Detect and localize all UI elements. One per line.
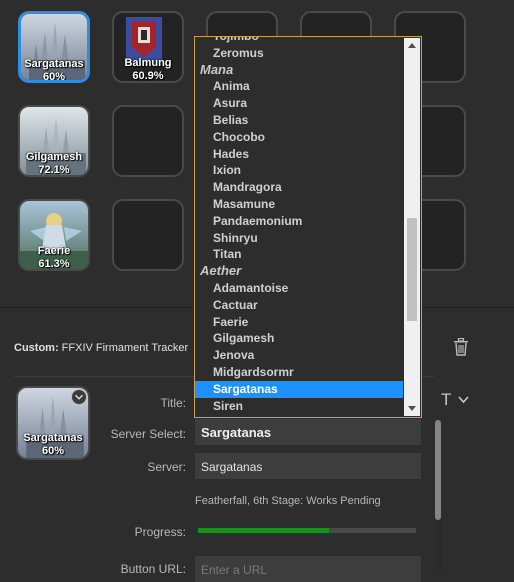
progress-fill [198,528,329,533]
chevron-down-icon[interactable] [71,389,87,405]
dropdown-option[interactable]: Mandragora [195,179,403,196]
dropdown-option[interactable]: Anima [195,78,403,95]
progress-bar [198,528,416,533]
dropdown-option[interactable]: Titan [195,246,403,263]
dropdown-option[interactable]: Jenova [195,347,403,364]
key-gilgamesh[interactable]: Gilgamesh 72.1% [18,105,90,177]
dropdown-option[interactable]: Asura [195,95,403,112]
dropdown-option[interactable]: Belias [195,112,403,129]
key-empty[interactable] [112,199,184,271]
dropdown-group-label: Mana [200,61,234,77]
action-title: Custom: FFXIV Firmament Tracker [14,342,188,354]
button-url-input[interactable]: Enter a URL [195,556,421,582]
progress-label: Progress: [134,525,186,539]
inspector-scrollbar[interactable] [434,420,442,575]
server-dropdown-list[interactable]: Tojimbo Zeromus Mana Anima Asura Belias Chocob… [194,36,422,418]
dropdown-option[interactable]: Hades [195,146,403,163]
dropdown-option[interactable]: Siren [195,398,403,415]
dropdown-group-label: Aether [200,263,242,279]
dropdown-option[interactable]: Pandaemonium [195,213,403,230]
scrollbar-thumb[interactable] [435,420,441,520]
preview-label-name: Sargatanas [23,432,83,444]
trash-icon[interactable] [453,338,469,356]
dropdown-option[interactable]: Adamantoise [195,280,403,297]
server-select[interactable]: Sargatanas [195,419,421,445]
dropdown-option[interactable]: Cactuar [195,297,403,314]
dropdown-options: Tojimbo Zeromus Mana Anima Asura Belias Chocob… [195,37,403,415]
dropdown-option[interactable]: Masamune [195,196,403,213]
key-label-name: Balmung [124,57,172,69]
title-label: Title: [160,396,186,410]
dropdown-scrollbar[interactable] [404,38,420,416]
server-label: Server: [147,460,186,474]
dropdown-option[interactable]: Tojimbo [195,37,403,45]
key-label-name: Sargatanas [24,58,84,70]
key-label-percent: 72.1% [38,164,70,176]
dropdown-option[interactable]: Chocobo [195,129,403,146]
key-empty[interactable] [112,105,184,177]
dropdown-option[interactable]: Gilgamesh [195,330,403,347]
dropdown-option[interactable]: Ixion [195,162,403,179]
custom-prefix: Custom: [14,342,59,354]
key-label-percent: 61.3% [38,258,70,270]
scrollbar-thumb[interactable] [407,218,417,321]
key-label-percent: 60.9% [132,70,164,82]
key-balmung[interactable]: Balmung 60.9% [112,11,184,83]
dropdown-option[interactable]: Sargatanas [195,380,403,398]
chevron-down-icon[interactable] [458,396,469,404]
key-faerie[interactable]: Faerie 61.3% [18,199,90,271]
dropdown-option[interactable]: Faerie [195,314,403,331]
status-text: Featherfall, 6th Stage: Works Pending [195,495,381,507]
key-label-percent: 60% [42,71,66,83]
key-sargatanas[interactable]: Sargatanas 60% [18,11,90,83]
button-url-label: Button URL: [120,562,186,576]
server-select-label: Server Select: [110,427,186,441]
server-field[interactable]: Sargatanas [195,453,421,479]
preview-label-percent: 60% [41,445,65,457]
key-preview[interactable]: Sargatanas 60% [16,386,90,460]
dropdown-option[interactable]: Shinryu [195,230,403,247]
scroll-up-icon[interactable] [408,43,416,48]
key-label-name: Gilgamesh [25,151,83,163]
dropdown-option[interactable]: Zeromus [195,45,403,62]
dropdown-option[interactable]: Midgardsormr [195,364,403,381]
plugin-name: FFXIV Firmament Tracker [61,342,189,354]
key-label-name: Faerie [37,245,71,257]
scroll-down-icon[interactable] [408,406,416,411]
title-format-button[interactable]: T [441,390,451,410]
